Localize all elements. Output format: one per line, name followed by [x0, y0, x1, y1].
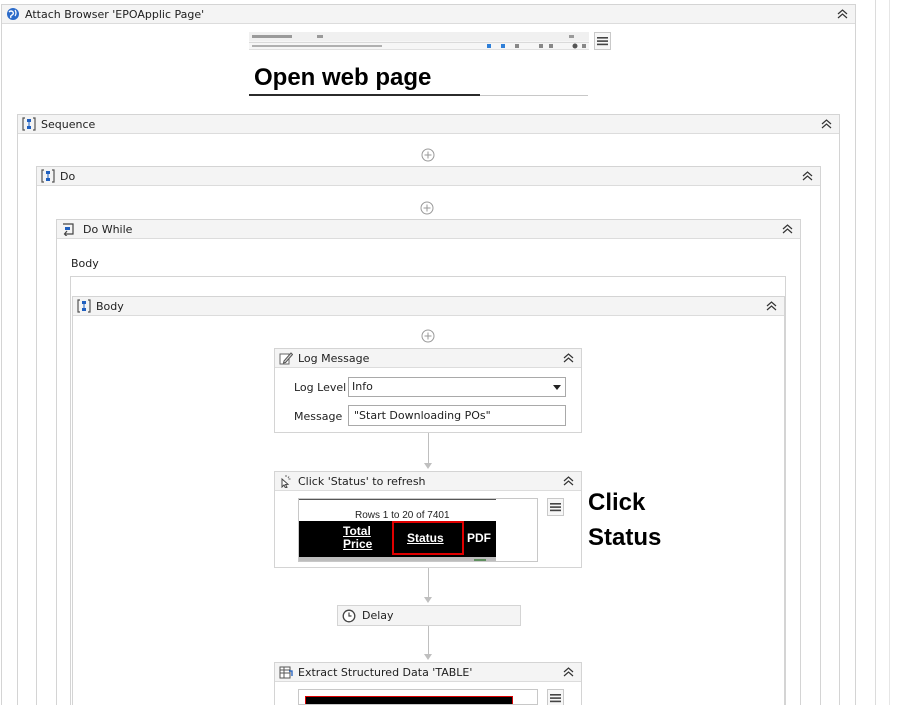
- workflow-designer-canvas: Attach Browser 'EPOApplic Page' Open web…: [0, 0, 902, 705]
- attach-browser-title: Attach Browser 'EPOApplic Page': [25, 7, 205, 21]
- extract-table-header: [305, 696, 513, 704]
- extract-menu-button[interactable]: [547, 689, 564, 705]
- globe-icon: [5, 6, 21, 22]
- right-panel-divider: [875, 0, 876, 705]
- delay-activity[interactable]: Delay: [337, 605, 521, 626]
- sequence-icon: [40, 168, 56, 184]
- add-activity-plus-icon[interactable]: [421, 148, 435, 162]
- collapse-chevron-icon[interactable]: [835, 7, 849, 21]
- pdf-header: PDF: [467, 531, 491, 545]
- rows-count-text: Rows 1 to 20 of 7401: [355, 510, 450, 521]
- chevron-down-icon: [553, 385, 561, 390]
- log-level-label: Log Level: [294, 381, 347, 394]
- table-extract-icon: [278, 664, 294, 680]
- loop-icon: [60, 221, 76, 237]
- collapse-chevron-icon[interactable]: [561, 665, 575, 679]
- do-while-body-label: Body: [71, 257, 99, 270]
- collapse-chevron-icon[interactable]: [819, 117, 833, 131]
- sequence-icon: [76, 298, 92, 314]
- do-title: Do: [60, 169, 76, 183]
- right-panel-edge: [889, 0, 890, 705]
- thumbnail-menu-button[interactable]: [594, 32, 611, 50]
- add-activity-plus-icon[interactable]: [420, 201, 434, 215]
- total-price-line2: Price: [343, 537, 373, 551]
- sequence-title: Sequence: [41, 117, 96, 131]
- collapse-chevron-icon[interactable]: [800, 169, 814, 183]
- collapse-chevron-icon[interactable]: [780, 222, 794, 236]
- annotation-underline: [249, 94, 480, 96]
- log-message-title: Log Message: [298, 351, 370, 365]
- extract-header[interactable]: Extract Structured Data 'TABLE': [275, 663, 581, 682]
- flow-connector: [428, 626, 429, 655]
- log-pencil-icon: [278, 350, 294, 366]
- log-message-header[interactable]: Log Message: [275, 349, 581, 368]
- flow-arrow-icon: [424, 654, 432, 660]
- click-target-screenshot: Rows 1 to 20 of 7401 Total Price Status …: [298, 498, 538, 562]
- extract-table-screenshot: [298, 689, 538, 705]
- do-while-title: Do While: [83, 222, 133, 236]
- clock-icon: [341, 608, 357, 624]
- collapse-chevron-icon[interactable]: [561, 474, 575, 488]
- flow-arrow-icon: [424, 597, 432, 603]
- preview-bottom-strip: [299, 557, 496, 561]
- annotation-underline-light: [480, 95, 588, 96]
- log-level-value: Info: [352, 380, 373, 393]
- log-level-dropdown[interactable]: Info: [348, 377, 566, 397]
- click-status-header[interactable]: Click 'Status' to refresh: [275, 472, 581, 491]
- do-header[interactable]: Do: [37, 167, 820, 186]
- body-title: Body: [96, 299, 124, 313]
- preview-top-rule: [299, 499, 496, 500]
- delay-title: Delay: [362, 609, 394, 622]
- flow-connector: [428, 433, 429, 464]
- attach-browser-header[interactable]: Attach Browser 'EPOApplic Page': [2, 5, 855, 24]
- sequence-icon: [21, 116, 37, 132]
- message-input[interactable]: "Start Downloading POs": [348, 405, 566, 426]
- extract-title: Extract Structured Data 'TABLE': [298, 665, 473, 679]
- status-header-link: Status: [407, 531, 444, 545]
- click-status-annotation-line1: Click: [588, 489, 646, 516]
- open-web-page-annotation: Open web page: [254, 64, 432, 91]
- click-target-menu-button[interactable]: [547, 498, 564, 516]
- collapse-chevron-icon[interactable]: [561, 351, 575, 365]
- preview-green-mark: [474, 559, 486, 561]
- total-price-header: Total Price: [343, 525, 372, 551]
- click-status-annotation-line2: Status: [588, 524, 662, 551]
- click-status-annotation: Click Status: [588, 485, 661, 555]
- body-header[interactable]: Body: [73, 297, 784, 316]
- browser-screenshot-thumbnail: [249, 32, 589, 50]
- do-while-header[interactable]: Do While: [57, 220, 800, 239]
- flow-connector: [428, 568, 429, 598]
- add-activity-plus-icon[interactable]: [421, 329, 435, 343]
- collapse-chevron-icon[interactable]: [764, 299, 778, 313]
- click-status-title: Click 'Status' to refresh: [298, 474, 426, 488]
- sequence-header[interactable]: Sequence: [18, 115, 839, 134]
- flow-arrow-icon: [424, 463, 432, 469]
- click-cursor-icon: [278, 473, 294, 489]
- message-label: Message: [294, 410, 343, 423]
